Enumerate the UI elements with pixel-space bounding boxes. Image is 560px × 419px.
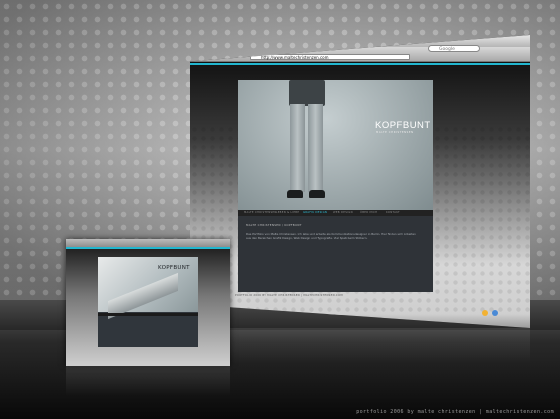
site-logo[interactable]: KOPFBUNT — [375, 120, 431, 131]
right-shoe — [309, 190, 325, 198]
small-site: KOPFBUNT — [98, 257, 198, 347]
small-monitor-reflection — [66, 366, 230, 396]
site-footer: PORTFOLIO 2006 BY MALTE CHRISTENSEN | MA… — [235, 294, 343, 297]
nav-item-5[interactable]: ÜBER MICH — [360, 211, 377, 214]
intro-paragraph: Das Portfolio von Malte Christensen. Ich… — [246, 232, 416, 241]
breadcrumb: MALTE CHRISTENSEN / KOPFBUNT — [246, 223, 302, 227]
browser-window: Mozilla Firefox ◀ ▶ ↻ http://www.maltech… — [190, 35, 530, 328]
credit-line: portfolio 2006 by malte christenzen | ma… — [356, 409, 554, 415]
address-bar[interactable]: http://www.maltechristenzen.com — [250, 54, 410, 60]
small-monitor: KOPFBUNT — [66, 239, 230, 366]
small-logo: KOPFBUNT — [158, 265, 190, 271]
site-navigation: MALTE CHRISTENSEN LEBEN & LIEBE GRAFIK D… — [238, 210, 433, 216]
search-box[interactable]: Google — [428, 45, 480, 52]
nav-item-4[interactable]: WEB DESIGN — [333, 211, 353, 214]
small-viewport: KOPFBUNT — [66, 249, 230, 366]
small-nav — [98, 313, 198, 316]
status-icon-2 — [492, 310, 498, 316]
status-icon — [482, 310, 488, 316]
person-photo — [283, 80, 331, 205]
left-leg — [290, 104, 305, 192]
right-leg — [308, 104, 323, 192]
small-hero: KOPFBUNT — [98, 257, 198, 320]
browser-reflection — [190, 328, 530, 363]
hero-image: KOPFBUNT MALTE CHRISTENSEN — [238, 80, 433, 210]
site-tagline: MALTE CHRISTENSEN — [376, 131, 414, 134]
nav-item-2[interactable]: LEBEN & LIEBE — [276, 211, 299, 214]
shirt — [289, 80, 325, 106]
small-title-bar — [66, 239, 230, 247]
nav-item-1[interactable]: MALTE CHRISTENSEN — [244, 211, 277, 214]
nav-item-6[interactable]: KONTAKT — [386, 211, 400, 214]
portfolio-site: KOPFBUNT MALTE CHRISTENSEN MALTE CHRISTE… — [238, 80, 433, 292]
left-shoe — [287, 190, 303, 198]
nav-item-3[interactable]: GRAFIK DESIGN — [303, 211, 327, 214]
